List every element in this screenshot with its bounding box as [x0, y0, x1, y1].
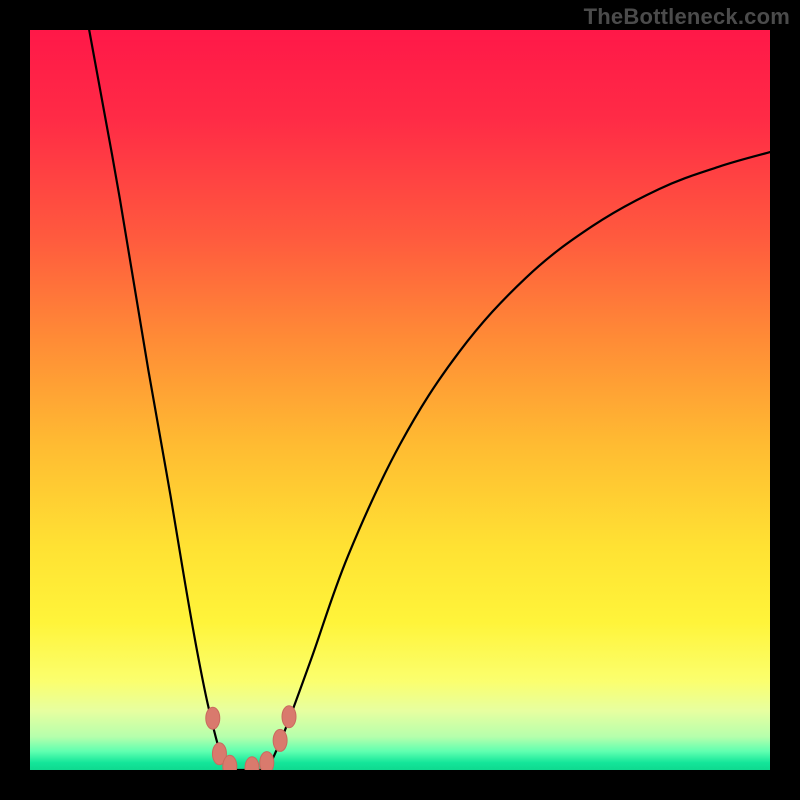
curve-layer [30, 30, 770, 770]
data-marker [206, 707, 220, 729]
watermark-text: TheBottleneck.com [584, 4, 790, 30]
chart-frame: TheBottleneck.com [0, 0, 800, 800]
bottleneck-curve [89, 30, 770, 770]
plot-area [30, 30, 770, 770]
data-marker [245, 757, 259, 770]
data-marker [260, 752, 274, 770]
data-marker [273, 729, 287, 751]
markers [206, 706, 296, 770]
data-marker [282, 706, 296, 728]
